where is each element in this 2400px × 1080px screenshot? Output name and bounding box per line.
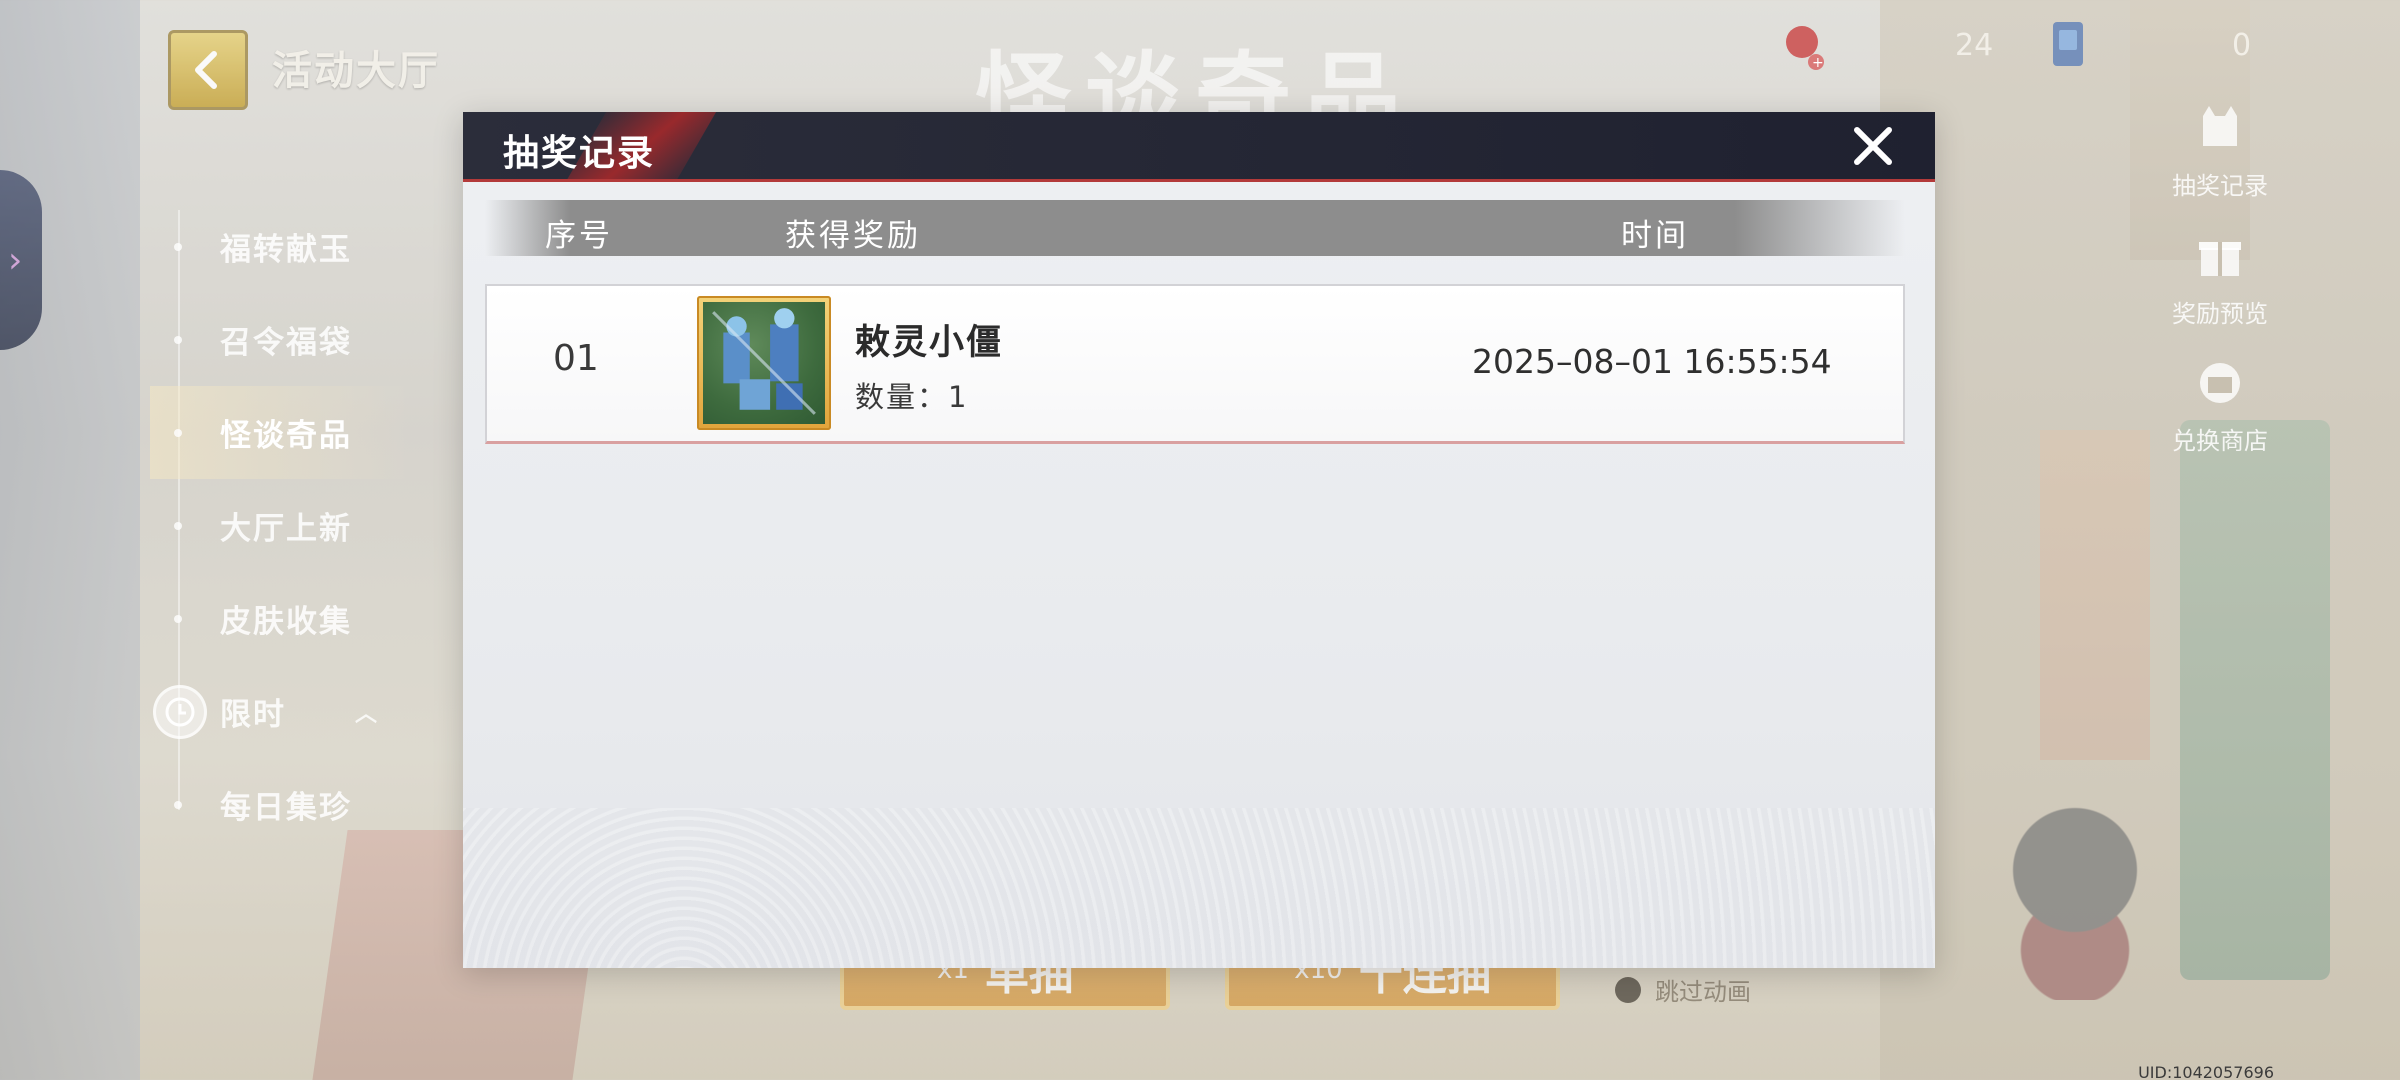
- hall-title: 活动大厅: [272, 48, 440, 94]
- right-button-label: 抽奖记录: [2172, 172, 2268, 200]
- record-time: 2025–08–01 16:55:54: [1472, 342, 1832, 381]
- reward-item-icon[interactable]: [697, 296, 831, 430]
- menu-item-label: 怪谈奇品: [220, 418, 352, 454]
- menu-item-label: 每日集珍: [220, 790, 352, 826]
- menu-item-label: 福转献玉: [220, 232, 352, 268]
- dialog-title: 抽奖记录: [503, 133, 656, 174]
- draw-record-button[interactable]: 抽奖记录: [2160, 100, 2280, 201]
- exchange-shop-button[interactable]: 兑换商店: [2160, 355, 2280, 456]
- shop-gift-icon: [2200, 363, 2240, 403]
- gift-icon: [2199, 242, 2241, 276]
- radio-icon: [1615, 976, 1641, 1003]
- right-button-label: 兑换商店: [2172, 427, 2268, 455]
- skip-animation-label: 跳过动画: [1655, 978, 1751, 1006]
- menu-item-1[interactable]: 福转献玉: [150, 200, 410, 293]
- menu-item-label: 大厅上新: [220, 511, 352, 547]
- draw-record-dialog: 抽奖记录 序号 获得奖励 时间 01 敕灵小僵 数量：1 2025–08–01 …: [463, 112, 1935, 968]
- menu-dot: [174, 428, 182, 437]
- close-button[interactable]: [1849, 122, 1897, 170]
- ticket-icon: [2053, 22, 2083, 66]
- event-menu: 福转献玉 召令福袋 怪谈奇品 大厅上新 皮肤收集 限时 ︿ 每日集珍: [150, 200, 410, 851]
- user-id: UID:1042057696: [2138, 1063, 2274, 1080]
- reward-preview-button[interactable]: 奖励预览: [2160, 228, 2280, 329]
- chevron-up-icon: ︿: [355, 701, 380, 727]
- menu-item-5[interactable]: 皮肤收集: [150, 572, 410, 665]
- currency-amount-1: 24: [1955, 28, 1994, 63]
- red-token-icon: +: [1786, 26, 1824, 71]
- table-row: 01 敕灵小僵 数量：1 2025–08–01 16:55:54: [485, 284, 1905, 444]
- menu-item-label: 召令福袋: [220, 325, 352, 361]
- wave-pattern-decoration: [463, 808, 1935, 968]
- dialog-header: 抽奖记录: [463, 112, 1935, 182]
- back-arrow-icon: [195, 51, 217, 89]
- chevron-right-icon: ›: [8, 240, 23, 281]
- column-header-time: 时间: [1621, 218, 1689, 254]
- close-icon: [1854, 127, 1892, 165]
- menu-item-label: 限时: [220, 697, 286, 733]
- menu-section-limited[interactable]: 限时 ︿: [150, 665, 410, 758]
- menu-item-4[interactable]: 大厅上新: [150, 479, 410, 572]
- record-index: 01: [553, 338, 599, 379]
- clock-icon: [153, 684, 207, 739]
- side-drawer-toggle[interactable]: ›: [0, 170, 42, 350]
- menu-dot: [174, 242, 182, 251]
- menu-item-2[interactable]: 召令福袋: [150, 293, 410, 386]
- jiangshi-figures-icon: [712, 308, 816, 415]
- currency-amount-2: 0: [2232, 28, 2252, 63]
- back-button[interactable]: [168, 30, 248, 110]
- menu-dot: [174, 335, 182, 344]
- menu-dot: [174, 614, 182, 623]
- reward-quantity: 数量：1: [855, 380, 969, 414]
- menu-item-label: 皮肤收集: [220, 604, 352, 640]
- table-header: 序号 获得奖励 时间: [485, 200, 1905, 256]
- menu-item-3[interactable]: 怪谈奇品: [150, 386, 410, 479]
- menu-dot: [174, 800, 182, 809]
- column-header-reward: 获得奖励: [785, 218, 921, 254]
- menu-dot: [174, 521, 182, 530]
- svg-text:+: +: [1812, 55, 1824, 71]
- skip-animation-toggle[interactable]: 跳过动画: [1615, 972, 1751, 1007]
- column-header-index: 序号: [545, 218, 613, 254]
- menu-item-7[interactable]: 每日集珍: [150, 758, 410, 851]
- cat-bag-icon: [2203, 106, 2237, 146]
- right-button-label: 奖励预览: [2172, 300, 2268, 328]
- reward-name: 敕灵小僵: [855, 323, 1004, 363]
